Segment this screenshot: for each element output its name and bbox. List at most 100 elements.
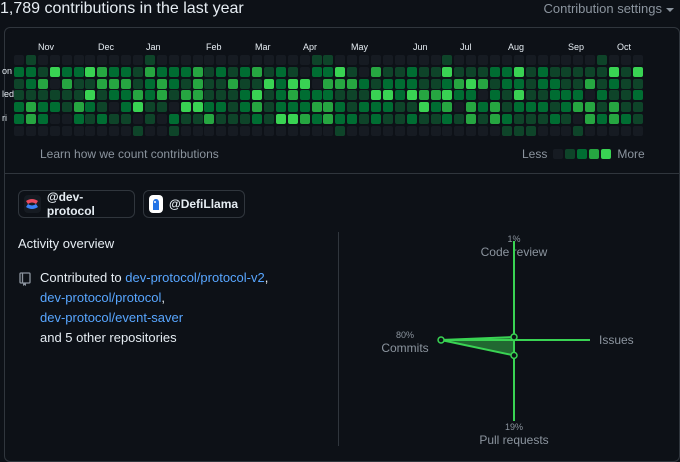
contribution-cell[interactable] — [430, 55, 441, 65]
contribution-cell[interactable] — [97, 102, 108, 113]
contribution-cell[interactable] — [549, 114, 560, 124]
contribution-cell[interactable] — [525, 55, 536, 65]
contribution-cell[interactable] — [73, 90, 84, 101]
contribution-cell[interactable] — [561, 66, 572, 77]
contribution-cell[interactable] — [490, 78, 500, 89]
contribution-cell[interactable] — [252, 78, 262, 89]
contribution-cell[interactable] — [561, 114, 572, 124]
contribution-cell[interactable] — [585, 66, 596, 77]
contribution-cell[interactable] — [37, 90, 48, 101]
contribution-cell[interactable] — [109, 125, 120, 136]
contribution-cell[interactable] — [144, 66, 155, 77]
contribution-cell[interactable] — [37, 78, 48, 89]
contribution-cell[interactable] — [454, 102, 465, 113]
contribution-cell[interactable] — [490, 102, 500, 113]
contribution-cell[interactable] — [335, 78, 346, 89]
contribution-cell[interactable] — [180, 90, 191, 101]
contribution-cell[interactable] — [287, 55, 298, 65]
contribution-cell[interactable] — [382, 102, 393, 113]
contribution-cell[interactable] — [394, 125, 405, 136]
contribution-cell[interactable] — [109, 90, 120, 101]
contribution-cell[interactable] — [240, 125, 251, 136]
contribution-cell[interactable] — [382, 125, 393, 136]
contribution-cell[interactable] — [144, 90, 155, 101]
contribution-cell[interactable] — [347, 66, 358, 77]
contribution-cell[interactable] — [109, 55, 120, 65]
contribution-cell[interactable] — [609, 125, 619, 136]
contribution-cell[interactable] — [192, 66, 203, 77]
contribution-cell[interactable] — [121, 78, 132, 89]
repo-link[interactable]: dev-protocol/protocol-v2 — [125, 270, 264, 285]
contribution-cell[interactable] — [394, 55, 405, 65]
contribution-cell[interactable] — [287, 102, 298, 113]
contribution-cell[interactable] — [371, 78, 381, 89]
contribution-cell[interactable] — [323, 102, 334, 113]
contribution-cell[interactable] — [192, 125, 203, 136]
contribution-cell[interactable] — [299, 55, 310, 65]
contribution-cell[interactable] — [478, 125, 489, 136]
contribution-cell[interactable] — [323, 78, 334, 89]
contribution-cell[interactable] — [109, 66, 120, 77]
contribution-cell[interactable] — [263, 90, 274, 101]
contribution-cell[interactable] — [204, 55, 215, 65]
contribution-cell[interactable] — [180, 102, 191, 113]
contribution-cell[interactable] — [14, 55, 24, 65]
contribution-cell[interactable] — [156, 66, 167, 77]
contribution-cell[interactable] — [14, 90, 24, 101]
contribution-cell[interactable] — [323, 66, 334, 77]
contribution-cell[interactable] — [561, 102, 572, 113]
contribution-cell[interactable] — [156, 102, 167, 113]
contribution-cell[interactable] — [632, 66, 643, 77]
contribution-cell[interactable] — [490, 90, 500, 101]
contribution-cell[interactable] — [359, 66, 370, 77]
contribution-cell[interactable] — [192, 90, 203, 101]
contribution-cell[interactable] — [430, 78, 441, 89]
contribution-cell[interactable] — [418, 125, 429, 136]
contribution-cell[interactable] — [466, 102, 477, 113]
contribution-cell[interactable] — [597, 55, 608, 65]
contribution-cell[interactable] — [287, 78, 298, 89]
contribution-cell[interactable] — [347, 114, 358, 124]
contribution-cell[interactable] — [204, 66, 215, 77]
contribution-cell[interactable] — [109, 78, 120, 89]
contribution-cell[interactable] — [597, 125, 608, 136]
contribution-cell[interactable] — [585, 78, 596, 89]
contribution-cell[interactable] — [299, 90, 310, 101]
contribution-cell[interactable] — [49, 125, 60, 136]
contribution-cell[interactable] — [513, 125, 524, 136]
contribution-cell[interactable] — [61, 125, 72, 136]
contribution-cell[interactable] — [85, 114, 96, 124]
contribution-cell[interactable] — [525, 78, 536, 89]
contribution-cell[interactable] — [632, 102, 643, 113]
contribution-cell[interactable] — [597, 114, 608, 124]
contribution-cell[interactable] — [620, 102, 631, 113]
contribution-cell[interactable] — [144, 114, 155, 124]
contribution-cell[interactable] — [513, 114, 524, 124]
contribution-cell[interactable] — [573, 90, 584, 101]
contribution-cell[interactable] — [61, 66, 72, 77]
contribution-cell[interactable] — [490, 66, 500, 77]
contribution-cell[interactable] — [156, 90, 167, 101]
contribution-cell[interactable] — [180, 66, 191, 77]
contribution-cell[interactable] — [144, 125, 155, 136]
contribution-cell[interactable] — [49, 114, 60, 124]
contribution-cell[interactable] — [359, 102, 370, 113]
contribution-cell[interactable] — [501, 55, 512, 65]
contribution-cell[interactable] — [228, 125, 239, 136]
contribution-cell[interactable] — [216, 55, 227, 65]
contribution-cell[interactable] — [168, 90, 179, 101]
contribution-cell[interactable] — [418, 78, 429, 89]
contribution-cell[interactable] — [632, 125, 643, 136]
contribution-cell[interactable] — [37, 125, 48, 136]
contribution-cell[interactable] — [347, 78, 358, 89]
contribution-cell[interactable] — [121, 90, 132, 101]
contribution-cell[interactable] — [573, 114, 584, 124]
contribution-cell[interactable] — [442, 55, 453, 65]
contribution-cell[interactable] — [549, 55, 560, 65]
contribution-cell[interactable] — [382, 78, 393, 89]
contribution-cell[interactable] — [228, 66, 239, 77]
contribution-cell[interactable] — [133, 90, 143, 101]
contribution-cell[interactable] — [335, 102, 346, 113]
contribution-cell[interactable] — [252, 114, 262, 124]
contribution-cell[interactable] — [49, 78, 60, 89]
